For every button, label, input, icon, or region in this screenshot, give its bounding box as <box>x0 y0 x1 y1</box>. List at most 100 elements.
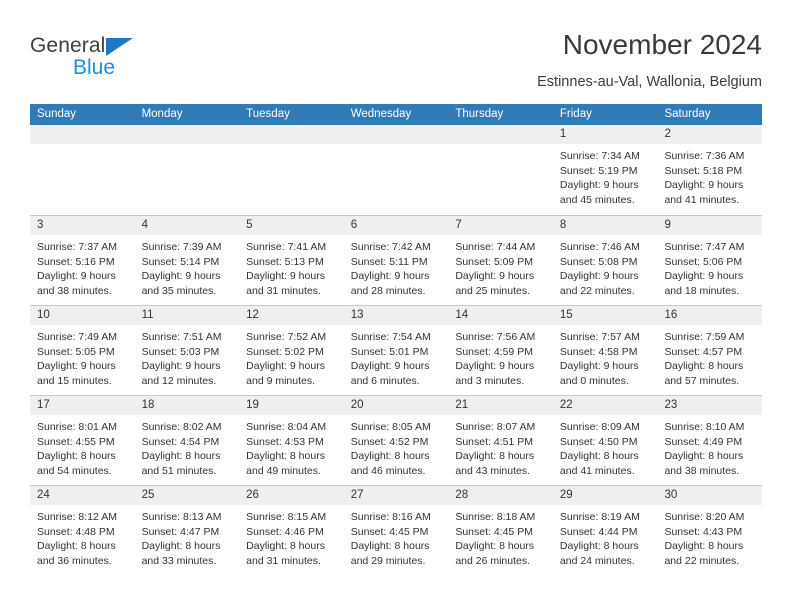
day-number <box>343 125 449 144</box>
day-cell-27[interactable]: 27 Sunrise: 8:16 AM Sunset: 4:45 PM Dayligh… <box>343 486 449 575</box>
day-number: 20 <box>343 396 449 415</box>
day-detail-line: Daylight: 8 hours <box>455 540 535 552</box>
day-detail-line: Sunset: 4:54 PM <box>141 435 220 448</box>
day-cell-11[interactable]: 11 Sunrise: 7:51 AM Sunset: 5:03 PM Dayligh… <box>134 306 240 395</box>
day-cell-17[interactable]: 17 Sunrise: 8:01 AM Sunset: 4:55 PM Dayligh… <box>30 396 135 485</box>
day-number: 6 <box>343 216 449 235</box>
day-detail-line: Daylight: 8 hours <box>141 450 221 462</box>
weekday-header-sunday: Sunday <box>37 108 77 120</box>
day-detail-line: Sunset: 5:05 PM <box>37 345 115 358</box>
day-cell-13[interactable]: 13 Sunrise: 7:54 AM Sunset: 5:01 PM Dayligh… <box>343 306 449 395</box>
day-detail-line: Daylight: 9 hours <box>37 360 116 372</box>
day-details: Sunrise: 8:13 AM Sunset: 4:47 PM Daylight:… <box>135 505 240 568</box>
day-detail-line: Sunrise: 7:37 AM <box>37 241 117 253</box>
day-detail-line: and 26 minutes. <box>455 554 531 567</box>
day-cell-15[interactable]: 15 Sunrise: 7:57 AM Sunset: 4:58 PM Dayligh… <box>552 306 658 395</box>
day-detail-line: Daylight: 8 hours <box>350 450 430 462</box>
day-details: Sunrise: 8:19 AM Sunset: 4:44 PM Daylight:… <box>553 505 658 568</box>
day-number: 21 <box>448 396 553 415</box>
location-subtitle: Estinnes-au-Val, Wallonia, Belgium <box>537 74 762 90</box>
day-cell-22[interactable]: 22 Sunrise: 8:09 AM Sunset: 4:50 PM Dayligh… <box>552 396 658 485</box>
day-details: Sunrise: 7:47 AM Sunset: 5:06 PM Daylight:… <box>657 235 762 298</box>
day-detail-line: Sunset: 5:16 PM <box>37 255 115 268</box>
day-cell-1[interactable]: 1 Sunrise: 7:34 AM Sunset: 5:19 PM Daylight… <box>552 125 658 215</box>
calendar-weeks: 1 Sunrise: 7:34 AM Sunset: 5:19 PM Daylight… <box>30 125 763 575</box>
day-detail-line: Sunrise: 7:54 AM <box>350 331 431 343</box>
day-cell-14[interactable]: 14 Sunrise: 7:56 AM Sunset: 4:59 PM Dayligh… <box>448 306 553 395</box>
day-detail-line: Sunset: 5:02 PM <box>246 345 324 358</box>
day-number: 19 <box>239 396 344 415</box>
day-cell-29[interactable]: 29 Sunrise: 8:19 AM Sunset: 4:44 PM Dayligh… <box>552 486 658 575</box>
day-cell-19[interactable]: 19 Sunrise: 8:04 AM Sunset: 4:53 PM Dayligh… <box>239 396 344 485</box>
day-detail-line: Sunset: 4:46 PM <box>246 525 324 538</box>
day-detail-line: Daylight: 9 hours <box>455 270 535 282</box>
day-cell-6[interactable]: 6 Sunrise: 7:42 AM Sunset: 5:11 PM Daylight… <box>343 216 449 305</box>
day-cell-5[interactable]: 5 Sunrise: 7:41 AM Sunset: 5:13 PM Daylight… <box>239 216 344 305</box>
day-detail-line: Sunset: 4:55 PM <box>37 435 115 448</box>
day-detail-line: Sunset: 5:11 PM <box>350 255 428 268</box>
day-detail-line: Sunset: 4:45 PM <box>455 525 533 538</box>
day-cell-2[interactable]: 2 Sunrise: 7:36 AM Sunset: 5:18 PM Daylight… <box>657 125 763 215</box>
day-cell-empty <box>134 125 240 215</box>
day-details: Sunrise: 8:04 AM Sunset: 4:53 PM Daylight:… <box>239 415 344 478</box>
day-detail-line: Daylight: 8 hours <box>559 540 639 552</box>
day-cell-8[interactable]: 8 Sunrise: 7:46 AM Sunset: 5:08 PM Daylight… <box>552 216 658 305</box>
day-cell-3[interactable]: 3 Sunrise: 7:37 AM Sunset: 5:16 PM Daylight… <box>30 216 135 305</box>
title-block: November 2024 Estinnes-au-Val, Wallonia,… <box>537 28 762 92</box>
day-detail-line: Sunset: 5:19 PM <box>559 164 638 177</box>
day-cell-4[interactable]: 4 Sunrise: 7:39 AM Sunset: 5:14 PM Daylight… <box>134 216 240 305</box>
weekday-header-friday: Friday <box>559 108 592 120</box>
day-detail-line: Sunrise: 8:12 AM <box>37 511 117 523</box>
day-cell-18[interactable]: 18 Sunrise: 8:02 AM Sunset: 4:54 PM Dayligh… <box>134 396 240 485</box>
day-detail-line: Daylight: 8 hours <box>37 450 116 462</box>
day-detail-line: Sunrise: 7:47 AM <box>664 241 745 253</box>
day-detail-line: Sunset: 4:48 PM <box>37 525 115 538</box>
day-number <box>448 125 553 144</box>
day-detail-line: Sunrise: 7:36 AM <box>664 150 745 162</box>
day-cell-20[interactable]: 20 Sunrise: 8:05 AM Sunset: 4:52 PM Dayligh… <box>343 396 449 485</box>
day-details: Sunrise: 8:07 AM Sunset: 4:51 PM Daylight:… <box>448 415 553 478</box>
day-detail-line: Daylight: 9 hours <box>559 360 639 372</box>
weekday-header-thursday: Thursday <box>455 108 504 120</box>
day-detail-line: Sunset: 5:18 PM <box>664 164 743 177</box>
day-cell-10[interactable]: 10 Sunrise: 7:49 AM Sunset: 5:05 PM Dayligh… <box>30 306 135 395</box>
day-detail-line: and 38 minutes. <box>664 464 740 477</box>
day-detail-line: Sunrise: 7:44 AM <box>455 241 536 253</box>
day-detail-line: Sunrise: 7:59 AM <box>664 331 745 343</box>
day-details: Sunrise: 7:46 AM Sunset: 5:08 PM Daylight:… <box>553 235 658 298</box>
day-detail-line: Daylight: 8 hours <box>246 540 325 552</box>
day-detail-line: Sunrise: 8:19 AM <box>559 511 640 523</box>
day-cell-26[interactable]: 26 Sunrise: 8:15 AM Sunset: 4:46 PM Dayligh… <box>239 486 344 575</box>
day-details: Sunrise: 8:20 AM Sunset: 4:43 PM Daylight:… <box>657 505 762 568</box>
weekday-header-wednesday: Wednesday <box>350 108 412 120</box>
day-cell-30[interactable]: 30 Sunrise: 8:20 AM Sunset: 4:43 PM Dayligh… <box>657 486 763 575</box>
day-detail-line: and 49 minutes. <box>246 464 321 477</box>
day-detail-line: Daylight: 9 hours <box>664 270 744 282</box>
day-detail-line: and 51 minutes. <box>141 464 217 477</box>
day-cell-24[interactable]: 24 Sunrise: 8:12 AM Sunset: 4:48 PM Dayligh… <box>30 486 135 575</box>
day-detail-line: and 15 minutes. <box>37 374 112 387</box>
day-detail-line: Daylight: 8 hours <box>141 540 221 552</box>
day-detail-line: Daylight: 9 hours <box>350 360 430 372</box>
day-number: 4 <box>134 216 240 235</box>
day-detail-line: Sunrise: 7:52 AM <box>246 331 327 343</box>
calendar-week-row: 24 Sunrise: 8:12 AM Sunset: 4:48 PM Dayligh… <box>30 485 763 575</box>
day-cell-16[interactable]: 16 Sunrise: 7:59 AM Sunset: 4:57 PM Dayligh… <box>657 306 763 395</box>
day-detail-line: Sunrise: 7:34 AM <box>559 150 640 162</box>
day-cell-12[interactable]: 12 Sunrise: 7:52 AM Sunset: 5:02 PM Dayligh… <box>239 306 344 395</box>
day-detail-line: Daylight: 8 hours <box>664 540 744 552</box>
day-detail-line: Sunrise: 7:46 AM <box>559 241 640 253</box>
day-cell-23[interactable]: 23 Sunrise: 8:10 AM Sunset: 4:49 PM Dayligh… <box>657 396 763 485</box>
day-number: 24 <box>30 486 135 505</box>
day-cell-25[interactable]: 25 Sunrise: 8:13 AM Sunset: 4:47 PM Dayligh… <box>134 486 240 575</box>
day-cell-28[interactable]: 28 Sunrise: 8:18 AM Sunset: 4:45 PM Dayligh… <box>448 486 553 575</box>
day-number: 25 <box>134 486 240 505</box>
day-cell-7[interactable]: 7 Sunrise: 7:44 AM Sunset: 5:09 PM Daylight… <box>448 216 553 305</box>
day-details: Sunrise: 7:59 AM Sunset: 4:57 PM Daylight:… <box>657 325 762 388</box>
day-detail-line: Daylight: 8 hours <box>37 540 116 552</box>
day-cell-21[interactable]: 21 Sunrise: 8:07 AM Sunset: 4:51 PM Dayligh… <box>448 396 553 485</box>
day-details: Sunrise: 8:10 AM Sunset: 4:49 PM Daylight:… <box>657 415 762 478</box>
day-cell-9[interactable]: 9 Sunrise: 7:47 AM Sunset: 5:06 PM Daylight… <box>657 216 763 305</box>
day-detail-line: and 46 minutes. <box>350 464 426 477</box>
day-detail-line: Daylight: 9 hours <box>141 360 221 372</box>
